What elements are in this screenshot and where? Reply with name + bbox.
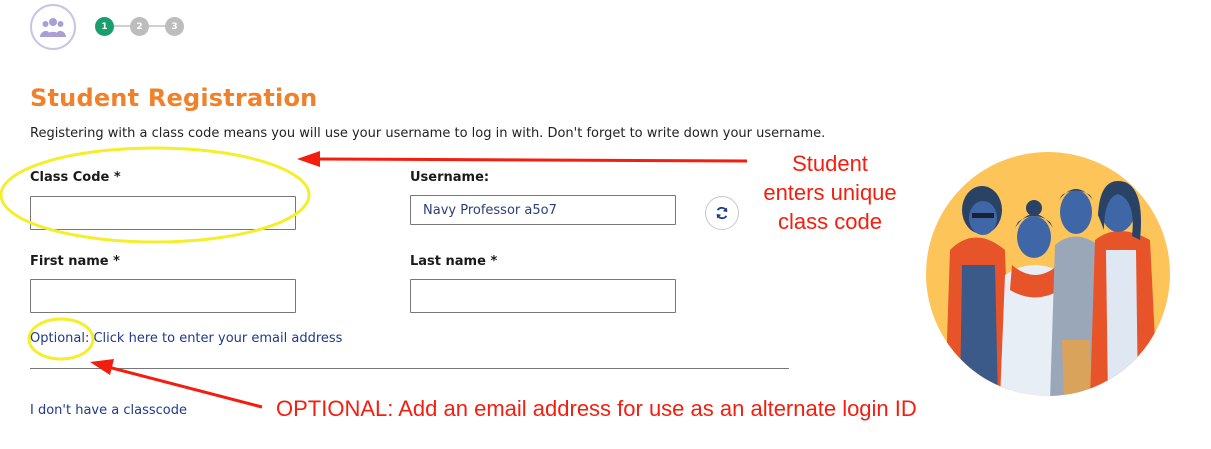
- page-title: Student Registration: [30, 84, 318, 112]
- student-annotation-line-1: Student: [792, 151, 868, 176]
- last-name-label: Last name *: [410, 254, 498, 269]
- student-annotation: Student enters unique class code: [735, 149, 925, 236]
- class-code-input[interactable]: [30, 196, 296, 230]
- students-illustration: [926, 152, 1170, 396]
- class-code-arrow: [315, 157, 748, 163]
- optional-annotation: OPTIONAL: Add an email address for use a…: [276, 396, 917, 421]
- users-icon-glyph: [40, 18, 66, 37]
- username-label: Username:: [410, 170, 490, 185]
- username-input[interactable]: Navy Professor a5o7: [410, 195, 676, 225]
- no-classcode-link[interactable]: I don't have a classcode: [30, 403, 187, 418]
- refresh-icon: [716, 206, 728, 220]
- first-name-label: First name *: [30, 254, 120, 269]
- step-2-indicator: 2: [130, 17, 149, 36]
- intro-text: Registering with a class code means you …: [30, 126, 826, 141]
- users-icon: [30, 4, 76, 50]
- last-name-input[interactable]: [410, 279, 676, 313]
- optional-arrow: [107, 365, 263, 409]
- student-annotation-line-3: class code: [778, 209, 882, 234]
- class-code-label: Class Code *: [30, 170, 121, 185]
- optional-arrow-head: [90, 359, 114, 375]
- student-annotation-line-2: enters unique: [763, 180, 897, 205]
- optional-email-link[interactable]: Optional: Click here to enter your email…: [30, 331, 342, 346]
- step-1-indicator: 1: [95, 17, 114, 36]
- class-code-arrow-head: [297, 151, 320, 167]
- divider: [30, 368, 789, 369]
- first-name-input[interactable]: [30, 279, 296, 313]
- refresh-username-button[interactable]: [705, 196, 739, 230]
- step-3-indicator: 3: [165, 17, 184, 36]
